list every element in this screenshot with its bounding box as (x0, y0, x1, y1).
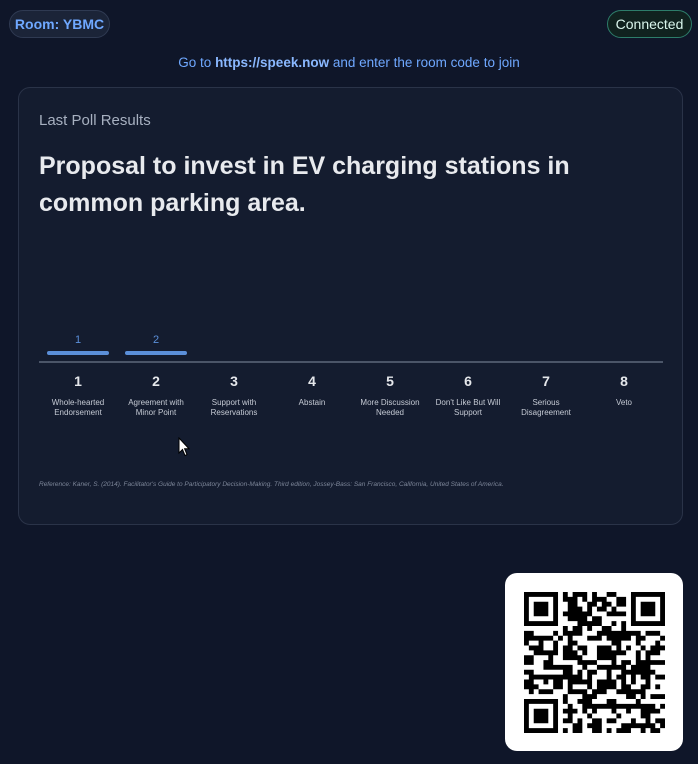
room-badge[interactable]: Room: YBMC (9, 10, 110, 38)
join-instructions: Go to https://speek.now and enter the ro… (0, 55, 698, 70)
room-label: Room: YBMC (14, 16, 105, 32)
chart-category-label: Support with (212, 398, 256, 407)
card-label: Last Poll Results (39, 112, 151, 129)
qr-code-panel (505, 573, 683, 751)
chart-category-label: Reservations (211, 408, 258, 417)
chart-category-label: More Discussion (360, 398, 419, 407)
poll-question: Proposal to invest in EV charging statio… (39, 152, 570, 217)
chart-tick-label: 5 (386, 373, 394, 389)
chart-tick-label: 4 (308, 373, 316, 389)
chart-category-label: Abstain (299, 398, 326, 407)
chart-category-label: Needed (376, 408, 404, 417)
chart-category-label: Disagreement (521, 408, 572, 417)
chart-data-label: 2 (153, 334, 159, 346)
chart-category-label: Support (454, 408, 483, 417)
chart-category-label: Don't Like But Will (436, 398, 501, 407)
chart-tick-label: 6 (464, 373, 472, 389)
chart-tick-label: 1 (74, 373, 82, 389)
chart-category-label: Agreement with (128, 398, 184, 407)
poll-results-chart: 1 1 Whole-hearted Endorsement 2 2 Agreement wi… (39, 318, 663, 428)
chart-tick-label: 8 (620, 373, 628, 389)
chart-data-label: 1 (75, 334, 81, 346)
chart-category-label: Whole-hearted (52, 398, 104, 407)
join-suffix: and enter the room code to join (332, 55, 520, 70)
mouse-pointer-icon (178, 436, 191, 462)
poll-results-chart-svg: 1 1 Whole-heartedEndorsement 2 2 Agreement wi… (39, 334, 663, 417)
chart-category-label: Endorsement (54, 408, 102, 417)
chart-bar (47, 351, 109, 355)
reference-text: Reference: Kaner, S. (2014). Facilitator… (39, 481, 504, 488)
join-prefix: Go to (178, 55, 212, 70)
connection-status-badge: Connected (607, 10, 692, 38)
qr-code (524, 592, 665, 733)
chart-tick-label: 3 (230, 373, 238, 389)
poll-results-card: Last Poll Results Proposal to invest in … (18, 87, 683, 525)
chart-bar (125, 351, 187, 355)
chart-tick-label: 7 (542, 373, 550, 389)
chart-tick-label: 2 (152, 373, 160, 389)
join-url-link[interactable]: https://speek.now (215, 55, 329, 70)
chart-category-label: Veto (616, 398, 633, 407)
chart-category-label: Minor Point (136, 408, 177, 417)
chart-category-label: Serious (532, 398, 559, 407)
status-label: Connected (615, 16, 684, 32)
